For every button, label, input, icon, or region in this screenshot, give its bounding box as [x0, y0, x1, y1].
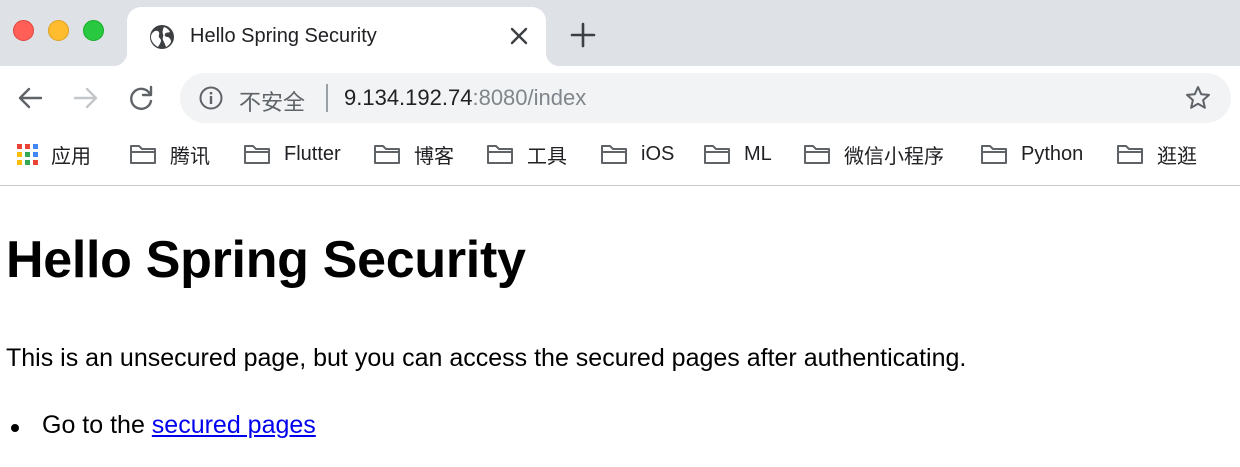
bookmark-folder[interactable]: iOS — [600, 140, 674, 168]
bookmark-folder[interactable]: Python — [980, 140, 1083, 168]
globe-icon — [150, 25, 174, 49]
bookmark-label: Flutter — [284, 142, 341, 165]
bookmark-label: 博客 — [414, 145, 454, 168]
address-bar[interactable]: 不安全 9.134.192.74:8080/index — [180, 73, 1231, 123]
list-item-text: Go to the — [42, 411, 152, 439]
close-icon[interactable] — [507, 24, 531, 48]
arrow-right-icon[interactable] — [71, 83, 101, 113]
bookmark-label: 逛逛 — [1157, 145, 1197, 168]
tab-strip: Hello Spring Security — [0, 0, 1240, 66]
bookmark-folder[interactable]: ML — [703, 140, 772, 168]
bookmark-folder[interactable]: 腾讯 — [129, 140, 210, 168]
security-status-label[interactable]: 不安全 — [239, 85, 305, 117]
reload-icon[interactable] — [127, 83, 157, 113]
bookmarks-bar: 应用 腾讯 Flutter 博客 工具 iOS ML 微信小程序 Python … — [0, 130, 1240, 186]
star-icon[interactable] — [1184, 84, 1212, 112]
folder-icon — [704, 145, 730, 164]
window-zoom-button[interactable] — [83, 20, 104, 41]
apps-grid-icon — [17, 143, 38, 165]
page-title: Hello Spring Security — [6, 231, 526, 289]
folder-icon — [244, 145, 270, 164]
list-item: Go to the secured pages — [11, 411, 316, 440]
bookmark-apps[interactable]: 应用 — [17, 140, 91, 168]
info-icon[interactable] — [198, 85, 224, 111]
bookmark-label: 腾讯 — [170, 145, 210, 168]
page-paragraph: This is an unsecured page, but you can a… — [6, 344, 967, 372]
folder-icon — [374, 145, 400, 164]
window-minimize-button[interactable] — [48, 20, 69, 41]
url-host: 9.134.192.74 — [344, 85, 473, 110]
url-path: :8080/index — [472, 85, 587, 110]
bookmark-folder[interactable]: 逛逛 — [1116, 140, 1197, 168]
browser-toolbar: 不安全 9.134.192.74:8080/index — [0, 66, 1240, 130]
folder-icon — [601, 145, 627, 164]
folder-icon — [804, 145, 830, 164]
tab-title: Hello Spring Security — [190, 25, 377, 47]
bookmark-label: 微信小程序 — [844, 145, 944, 168]
folder-icon — [981, 145, 1007, 164]
arrow-left-icon[interactable] — [15, 83, 45, 113]
omnibox-divider — [326, 84, 328, 112]
link-list: Go to the secured pages — [11, 411, 316, 440]
secured-pages-link[interactable]: secured pages — [152, 411, 316, 439]
bookmark-folder[interactable]: 博客 — [373, 140, 454, 168]
bookmark-label: ML — [744, 142, 772, 165]
bookmark-label: iOS — [641, 142, 675, 165]
bookmark-label: 工具 — [527, 145, 567, 168]
bookmark-folder[interactable]: 微信小程序 — [803, 140, 944, 168]
active-tab[interactable]: Hello Spring Security — [113, 7, 560, 66]
window-close-button[interactable] — [13, 20, 34, 41]
bookmark-label: 应用 — [51, 145, 91, 168]
url-text[interactable]: 9.134.192.74:8080/index — [344, 85, 586, 111]
folder-icon — [487, 145, 513, 164]
bookmark-label: Python — [1021, 142, 1084, 165]
bookmark-folder[interactable]: 工具 — [486, 140, 567, 168]
folder-icon — [1117, 145, 1143, 164]
new-tab-plus-icon[interactable] — [569, 21, 597, 49]
bookmark-folder[interactable]: Flutter — [243, 140, 341, 168]
folder-icon — [130, 145, 156, 164]
